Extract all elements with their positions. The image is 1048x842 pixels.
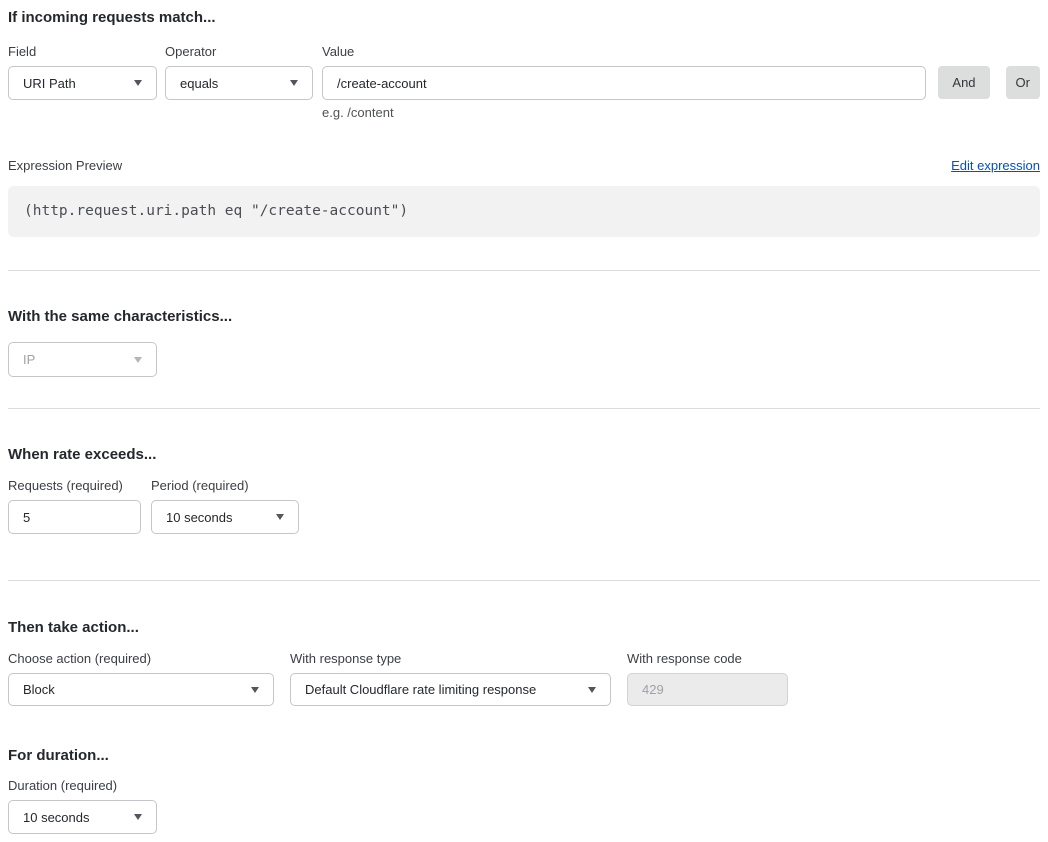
rate-section: When rate exceeds... Requests (required)… [8, 445, 1040, 534]
expression-preview-box: (http.request.uri.path eq "/create-accou… [8, 186, 1040, 237]
period-group: Period (required) 10 seconds [151, 478, 299, 534]
chevron-down-icon [588, 687, 596, 693]
response-code-label: With response code [627, 651, 788, 667]
and-button[interactable]: And [938, 66, 989, 99]
section-divider [8, 270, 1040, 271]
duration-select-value: 10 seconds [23, 810, 90, 825]
period-select[interactable]: 10 seconds [151, 500, 299, 534]
match-section: If incoming requests match... Field URI … [8, 8, 1040, 237]
requests-group: Requests (required) [8, 478, 141, 534]
match-condition-row: Field URI Path Operator equals Value e.g… [8, 44, 1040, 121]
choose-action-select[interactable]: Block [8, 673, 274, 706]
expression-text: (http.request.uri.path eq "/create-accou… [24, 203, 408, 219]
chevron-down-icon [251, 687, 259, 693]
value-input[interactable] [322, 66, 926, 100]
field-group: Field URI Path [8, 44, 157, 100]
operator-select-value: equals [180, 76, 218, 91]
chevron-down-icon [134, 357, 142, 363]
section-divider [8, 408, 1040, 409]
characteristic-select-value: IP [23, 352, 35, 367]
rate-limiting-rule-form: If incoming requests match... Field URI … [8, 8, 1040, 834]
duration-label: Duration (required) [8, 778, 1040, 794]
choose-action-label: Choose action (required) [8, 651, 274, 667]
expression-preview-label: Expression Preview [8, 158, 122, 174]
value-group: Value e.g. /content [322, 44, 926, 121]
expression-preview-header: Expression Preview Edit expression [8, 158, 1040, 174]
period-select-value: 10 seconds [166, 510, 233, 525]
action-section: Then take action... Choose action (requi… [8, 618, 1040, 706]
operator-label: Operator [165, 44, 313, 60]
duration-section: For duration... Duration (required) 10 s… [8, 746, 1040, 834]
requests-label: Requests (required) [8, 478, 141, 494]
chevron-down-icon [276, 514, 284, 520]
field-select-value: URI Path [23, 76, 76, 91]
characteristic-select[interactable]: IP [8, 342, 157, 377]
response-type-group: With response type Default Cloudflare ra… [290, 651, 611, 706]
section-divider [8, 580, 1040, 581]
period-label: Period (required) [151, 478, 299, 494]
requests-input[interactable] [8, 500, 141, 534]
rate-section-title: When rate exceeds... [8, 445, 1040, 464]
response-code-input [627, 673, 788, 706]
value-hint: e.g. /content [322, 105, 926, 121]
choose-action-group: Choose action (required) Block [8, 651, 274, 706]
chevron-down-icon [290, 80, 298, 86]
characteristics-section-title: With the same characteristics... [8, 307, 1040, 326]
action-section-title: Then take action... [8, 618, 1040, 637]
logic-buttons: And Or [926, 66, 1040, 99]
edit-expression-link[interactable]: Edit expression [951, 158, 1040, 174]
choose-action-select-value: Block [23, 682, 55, 697]
duration-group: Duration (required) 10 seconds [8, 778, 1040, 834]
field-select[interactable]: URI Path [8, 66, 157, 100]
match-section-title: If incoming requests match... [8, 8, 1040, 27]
chevron-down-icon [134, 80, 142, 86]
response-code-group: With response code [627, 651, 788, 706]
operator-select[interactable]: equals [165, 66, 313, 100]
field-label: Field [8, 44, 157, 60]
response-type-select[interactable]: Default Cloudflare rate limiting respons… [290, 673, 611, 706]
rate-row: Requests (required) Period (required) 10… [8, 478, 1040, 534]
duration-section-title: For duration... [8, 746, 1040, 765]
action-row: Choose action (required) Block With resp… [8, 651, 1040, 706]
chevron-down-icon [134, 814, 142, 820]
operator-group: Operator equals [165, 44, 313, 100]
response-type-select-value: Default Cloudflare rate limiting respons… [305, 682, 536, 697]
or-button[interactable]: Or [1006, 66, 1040, 99]
response-type-label: With response type [290, 651, 611, 667]
characteristics-section: With the same characteristics... IP [8, 307, 1040, 377]
duration-select[interactable]: 10 seconds [8, 800, 157, 834]
value-label: Value [322, 44, 926, 60]
